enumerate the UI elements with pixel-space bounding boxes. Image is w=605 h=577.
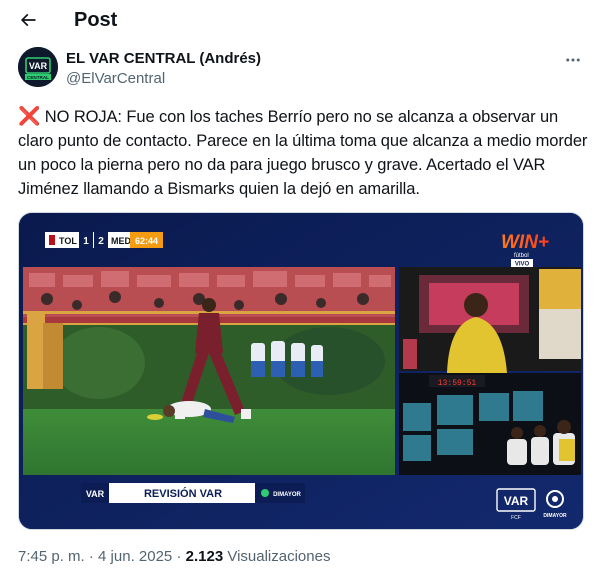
var-room-clock: 13:59:51 — [438, 379, 477, 388]
avatar[interactable]: VAR CENTRAL — [18, 47, 58, 87]
var-room-camera — [399, 267, 581, 373]
revision-var-banner: VAR REVISIÓN VAR DIMAYOR — [81, 483, 305, 503]
back-button[interactable] — [12, 4, 44, 36]
banner-var-logo: VAR — [86, 489, 105, 499]
post-author: VAR CENTRAL EL VAR CENTRAL (Andrés) @ElV… — [18, 47, 588, 91]
var-operators-camera: 13:59:51 — [399, 373, 581, 475]
post-date[interactable]: 4 jun. 2025 — [98, 548, 172, 565]
post-metadata: 7:45 p. m. · 4 jun. 2025 · 2.123 Visuali… — [18, 548, 330, 566]
main-replay-frame — [23, 267, 395, 475]
scoreboard: TOL 1 2 MED 62:44 — [45, 232, 163, 248]
cross-mark-icon: ❌ — [18, 106, 41, 126]
author-display-name[interactable]: EL VAR CENTRAL (Andrés) — [66, 50, 261, 68]
more-horizontal-icon — [566, 58, 580, 62]
avatar-text-top: VAR — [29, 61, 48, 71]
separator: · — [88, 548, 94, 565]
var-review-image: TOL 1 2 MED 62:44 WIN+ fútbol VIVO 13:59… — [19, 213, 583, 529]
corner-var-sub: FCF — [511, 515, 521, 521]
corner-partner-text: DIMAYOR — [543, 513, 567, 519]
home-score: 1 — [83, 236, 89, 247]
banner-text: REVISIÓN VAR — [144, 487, 222, 500]
away-score: 2 — [98, 236, 104, 247]
home-team: TOL — [59, 236, 77, 246]
avatar-logo: VAR CENTRAL — [18, 47, 58, 87]
post-text: ❌ NO ROJA: Fue con los taches Berrío per… — [18, 104, 588, 201]
views-label: Visualizaciones — [227, 548, 331, 565]
author-handle[interactable]: @ElVarCentral — [66, 70, 165, 88]
broadcaster-sub: fútbol — [514, 253, 529, 259]
away-team: MED — [111, 236, 132, 246]
more-button[interactable] — [560, 50, 586, 70]
avatar-text-bottom: CENTRAL — [27, 75, 49, 80]
match-clock: 62:44 — [135, 236, 158, 246]
post-media[interactable]: TOL 1 2 MED 62:44 WIN+ fútbol VIVO 13:59… — [18, 212, 584, 530]
arrow-left-icon — [20, 13, 36, 27]
broadcaster-name: WIN+ — [501, 232, 549, 253]
corner-var-text: VAR — [504, 494, 529, 508]
top-bar: Post — [0, 0, 605, 40]
post-time[interactable]: 7:45 p. m. — [18, 548, 85, 565]
separator: · — [176, 548, 182, 565]
page-title: Post — [74, 9, 118, 31]
live-tag: VIVO — [515, 262, 530, 268]
banner-partner: DIMAYOR — [273, 492, 301, 498]
post-text-body: NO ROJA: Fue con los taches Berrío pero … — [18, 108, 588, 198]
views-count: 2.123 — [185, 548, 224, 565]
